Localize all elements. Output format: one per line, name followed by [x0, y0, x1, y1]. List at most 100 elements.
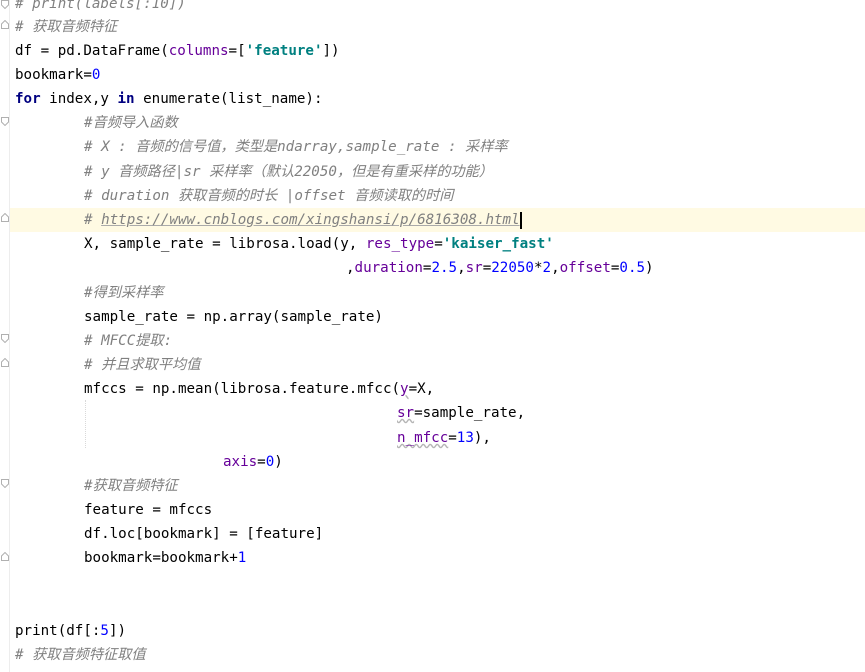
fold-open-icon[interactable] [1, 20, 9, 29]
code-text: ) [645, 260, 654, 276]
comment: #获取音频特征 [84, 478, 178, 494]
code-line[interactable]: #得到采样率 [84, 281, 865, 305]
code-text: = [482, 260, 492, 276]
code-text: ), [473, 430, 491, 446]
code-line[interactable]: sample_rate = np.array(sample_rate) [84, 305, 865, 329]
code-text: df = pd.DataFrame( [15, 43, 169, 59]
keyword: for [15, 91, 41, 107]
code-line[interactable]: # print(labels[:10]) [15, 0, 865, 16]
code-text: ) [274, 454, 283, 470]
code-text: = [434, 236, 443, 252]
code-text: =X, [408, 381, 435, 397]
string-literal: 'kaiser_fast' [442, 236, 554, 252]
code-line[interactable]: df = pd.DataFrame(columns=['feature']) [15, 39, 865, 63]
fold-close-icon[interactable] [1, 334, 9, 343]
number-literal: 1 [237, 550, 247, 566]
code-line[interactable]: bookmark=bookmark+1 [84, 546, 865, 570]
keyword-argument: sr [397, 405, 415, 421]
text-caret [519, 211, 522, 229]
comment: # 获取音频特征 [15, 19, 118, 35]
comment: #音频导入函数 [84, 115, 178, 131]
code-line[interactable]: #获取音频特征 [84, 474, 865, 498]
code-line[interactable]: mfccs = np.mean(librosa.feature.mfcc(y=X… [84, 377, 865, 401]
current-code-line[interactable]: # https://www.cnblogs.com/xingshansi/p/6… [10, 208, 865, 232]
keyword-argument: duration [354, 260, 423, 276]
code-line[interactable]: # 获取音频特征 [15, 15, 865, 39]
code-text: = [257, 454, 266, 470]
editor-gutter [0, 0, 10, 672]
code-text: print(df[: [15, 623, 101, 639]
comment: # duration 获取音频的时长 |offset 音频读取的时间 [84, 188, 454, 204]
code-line[interactable]: # 并且求取平均值 [84, 353, 865, 377]
keyword-argument: axis [223, 454, 258, 470]
comment: #得到采样率 [84, 285, 164, 301]
number-literal: 0 [265, 454, 275, 470]
fold-open-icon[interactable] [1, 552, 9, 561]
code-line[interactable]: #音频导入函数 [84, 111, 865, 135]
code-line[interactable]: X, sample_rate = librosa.load(y, res_typ… [84, 232, 865, 256]
number-literal: 0.5 [619, 260, 646, 276]
code-text: bookmark=bookmark+ [84, 550, 238, 566]
number-literal: 5 [100, 623, 109, 639]
keyword-argument: sr [465, 260, 483, 276]
code-line[interactable]: bookmark=0 [15, 63, 865, 87]
number-literal: 22050 [491, 260, 534, 276]
code-text: =[ [228, 43, 246, 59]
code-text: enumerate(list_name): [134, 91, 323, 107]
code-line[interactable]: # MFCC提取: [84, 329, 865, 353]
comment: # print(labels[:10]) [15, 0, 186, 12]
keyword-argument: n_mfcc [397, 430, 449, 446]
code-text: ]) [108, 623, 127, 639]
keyword-argument: y [400, 381, 409, 397]
comment: # 并且求取平均值 [84, 357, 201, 373]
code-line[interactable]: axis=0) [223, 450, 865, 474]
indent-guide [85, 400, 86, 448]
code-text: , [457, 260, 466, 276]
number-literal: 2.5 [431, 260, 458, 276]
comment: # MFCC提取: [84, 333, 173, 349]
comment: # 获取音频特征取值 [15, 647, 146, 663]
code-line[interactable]: sr=sample_rate, [397, 401, 865, 425]
code-text: feature = mfccs [84, 502, 213, 518]
code-line[interactable]: # X : 音频的信号值，类型是ndarray,sample_rate : 采样… [84, 135, 865, 159]
code-text: , [346, 260, 355, 276]
comment: # y 音频路径|sr 采样率（默认22050，但是有重采样的功能） [84, 164, 493, 180]
code-line[interactable]: feature = mfccs [84, 498, 865, 522]
fold-open-icon[interactable] [1, 213, 9, 222]
code-text: mfccs = np.mean(librosa.feature.mfcc( [84, 381, 401, 397]
code-text: , [551, 260, 560, 276]
code-line[interactable]: # y 音频路径|sr 采样率（默认22050，但是有重采样的功能） [84, 160, 865, 184]
code-line[interactable]: # duration 获取音频的时长 |offset 音频读取的时间 [84, 184, 865, 208]
comment: # [84, 212, 102, 228]
keyword-argument: res_type [365, 236, 435, 252]
code-text: X, sample_rate = librosa.load(y, [84, 236, 366, 252]
code-text: index,y [40, 91, 118, 107]
comment: # X : 音频的信号值，类型是ndarray,sample_rate : 采样… [84, 139, 508, 155]
code-text: =sample_rate, [414, 405, 526, 421]
fold-close-icon[interactable] [1, 0, 9, 9]
code-editor[interactable]: # print(labels[:10]) # 获取音频特征 df = pd.Da… [0, 0, 865, 672]
code-text: ]) [322, 43, 340, 59]
code-text: df.loc[bookmark] = [feature] [84, 526, 324, 542]
number-literal: 13 [456, 430, 474, 446]
fold-close-icon[interactable] [1, 479, 9, 488]
fold-open-icon[interactable] [1, 358, 9, 367]
code-text: * [533, 260, 543, 276]
code-line[interactable]: # 获取音频特征取值 [15, 643, 865, 667]
fold-close-icon[interactable] [1, 117, 9, 126]
keyword-argument: columns [168, 43, 229, 59]
code-line[interactable]: for index,y in enumerate(list_name): [15, 87, 865, 111]
string-literal: 'feature' [245, 43, 323, 59]
keyword: in [117, 91, 135, 107]
code-text: bookmark= [15, 67, 92, 83]
code-text: sample_rate = np.array(sample_rate) [84, 309, 383, 325]
keyword-argument: offset [559, 260, 611, 276]
code-line[interactable]: df.loc[bookmark] = [feature] [84, 522, 865, 546]
code-line[interactable]: n_mfcc=13), [397, 426, 865, 450]
code-line[interactable]: ,duration=2.5,sr=22050*2,offset=0.5) [346, 256, 865, 280]
number-literal: 0 [91, 67, 101, 83]
number-literal: 2 [542, 260, 552, 276]
code-text: = [448, 430, 457, 446]
comment-url-link[interactable]: https://www.cnblogs.com/xingshansi/p/681… [101, 212, 520, 228]
code-line[interactable]: print(df[:5]) [15, 619, 865, 643]
